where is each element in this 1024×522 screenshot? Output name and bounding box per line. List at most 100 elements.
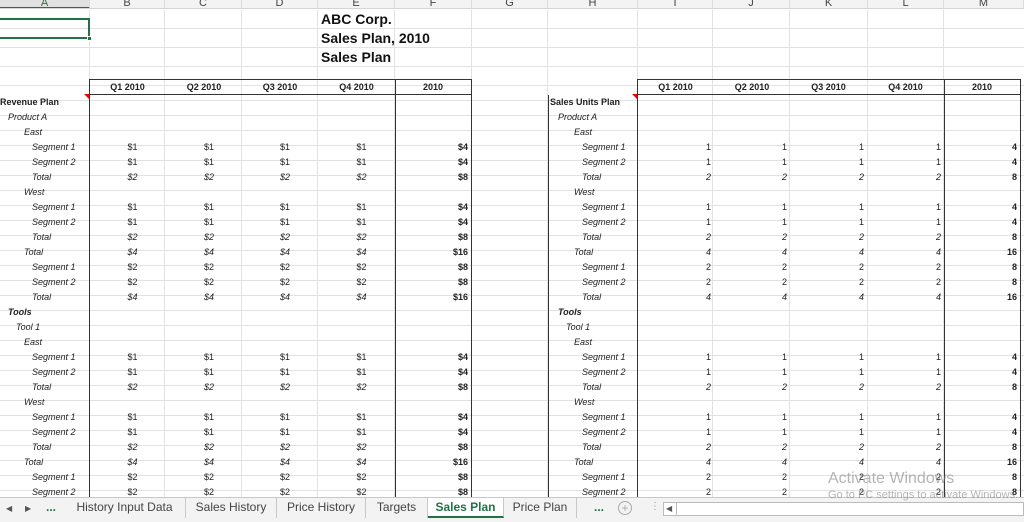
cell-value[interactable]: $1 [242, 215, 290, 230]
cell-value[interactable]: $2 [89, 230, 137, 245]
cell-value[interactable]: $1 [89, 365, 137, 380]
fill-handle[interactable] [87, 36, 92, 41]
cell-value[interactable]: $2 [89, 440, 137, 455]
cell-value[interactable]: 4 [790, 455, 864, 470]
cell-value[interactable]: 1 [867, 410, 941, 425]
cell-value[interactable]: 2 [867, 275, 941, 290]
cell-value[interactable]: $2 [242, 440, 290, 455]
cell-value[interactable]: $4 [89, 455, 137, 470]
cell-value[interactable]: 1 [867, 200, 941, 215]
cell-value[interactable]: $2 [318, 485, 366, 497]
cell-value[interactable]: $1 [166, 215, 214, 230]
more-sheets-left-button[interactable]: ... [46, 500, 56, 514]
cell-value[interactable]: 1 [867, 365, 941, 380]
cell-value[interactable]: $1 [318, 140, 366, 155]
cell-value[interactable]: $16 [395, 245, 468, 260]
cell-value[interactable]: 1 [790, 200, 864, 215]
cell-value[interactable]: 1 [790, 410, 864, 425]
cell-value[interactable]: $8 [395, 440, 468, 455]
cell-value[interactable]: 2 [790, 230, 864, 245]
cell-value[interactable]: 1 [867, 140, 941, 155]
cell-value[interactable]: 1 [714, 365, 787, 380]
cell-value[interactable]: 2 [637, 260, 711, 275]
cell-value[interactable]: 1 [714, 200, 787, 215]
cell-value[interactable]: $1 [166, 350, 214, 365]
cell-value[interactable]: $2 [89, 470, 137, 485]
column-header-g[interactable]: G [472, 0, 548, 8]
column-header-i[interactable]: I [638, 0, 713, 8]
cell-value[interactable]: 4 [714, 455, 787, 470]
cell-value[interactable]: $1 [89, 425, 137, 440]
cell-value[interactable]: $2 [318, 230, 366, 245]
cell-value[interactable]: $1 [166, 155, 214, 170]
sheet-tab-sales-plan[interactable]: Sales Plan [428, 498, 504, 518]
cell-value[interactable]: $1 [89, 215, 137, 230]
column-header-j[interactable]: J [713, 0, 790, 8]
cell-value[interactable]: $4 [395, 410, 468, 425]
cell-value[interactable]: 4 [790, 290, 864, 305]
cell-value[interactable]: 4 [944, 425, 1017, 440]
cell-value[interactable]: $1 [318, 155, 366, 170]
cell-value[interactable]: $4 [395, 425, 468, 440]
cell-value[interactable]: $4 [242, 245, 290, 260]
prev-sheet-icon[interactable]: ◀ [6, 504, 12, 513]
cell-value[interactable]: 2 [790, 260, 864, 275]
cell-value[interactable]: 4 [944, 155, 1017, 170]
cell-value[interactable]: $1 [318, 200, 366, 215]
cell-value[interactable]: $2 [89, 275, 137, 290]
cell-value[interactable]: $2 [89, 170, 137, 185]
cell-value[interactable]: 2 [867, 260, 941, 275]
cell-value[interactable]: 2 [867, 470, 941, 485]
cell-value[interactable]: 8 [944, 170, 1017, 185]
cell-value[interactable]: 2 [790, 170, 864, 185]
cell-value[interactable]: 4 [714, 290, 787, 305]
cell-value[interactable]: 8 [944, 380, 1017, 395]
cell-value[interactable]: $8 [395, 470, 468, 485]
cell-value[interactable]: 1 [714, 410, 787, 425]
cell-value[interactable]: $1 [318, 365, 366, 380]
cell-value[interactable]: $8 [395, 230, 468, 245]
cell-value[interactable]: $2 [242, 485, 290, 497]
cell-value[interactable]: $1 [242, 365, 290, 380]
cell-value[interactable]: $8 [395, 260, 468, 275]
cell-value[interactable]: $1 [242, 155, 290, 170]
cell-value[interactable]: $16 [395, 290, 468, 305]
cell-value[interactable]: 4 [637, 290, 711, 305]
cell-value[interactable]: $2 [166, 275, 214, 290]
cell-value[interactable]: 4 [714, 245, 787, 260]
column-header-m[interactable]: M [944, 0, 1024, 8]
cell-value[interactable]: $2 [166, 485, 214, 497]
cell-value[interactable]: $1 [242, 350, 290, 365]
cell-value[interactable]: 1 [637, 365, 711, 380]
cell-value[interactable]: 2 [637, 470, 711, 485]
cell-value[interactable]: $2 [166, 470, 214, 485]
cell-value[interactable]: $2 [242, 230, 290, 245]
cell-value[interactable]: $2 [318, 170, 366, 185]
cell-value[interactable]: $1 [318, 425, 366, 440]
cell-value[interactable]: 8 [944, 440, 1017, 455]
cell-value[interactable]: 2 [790, 275, 864, 290]
cell-value[interactable]: $2 [166, 230, 214, 245]
cell-value[interactable]: 1 [790, 155, 864, 170]
column-header-k[interactable]: K [790, 0, 868, 8]
sheet-tab-price-history[interactable]: Price History [277, 498, 366, 518]
column-header-c[interactable]: C [165, 0, 242, 8]
cell-value[interactable]: 2 [637, 440, 711, 455]
cell-value[interactable]: $1 [318, 410, 366, 425]
cell-value[interactable]: 2 [790, 440, 864, 455]
cell-value[interactable]: 1 [714, 140, 787, 155]
column-header-h[interactable]: H [548, 0, 638, 8]
cell-value[interactable]: 1 [867, 425, 941, 440]
cell-value[interactable]: 1 [637, 155, 711, 170]
cell-value[interactable]: 2 [867, 230, 941, 245]
cell-value[interactable]: $1 [89, 350, 137, 365]
cell-value[interactable]: $8 [395, 485, 468, 497]
cell-value[interactable]: 2 [714, 380, 787, 395]
cell-value[interactable]: 1 [867, 155, 941, 170]
cell-value[interactable]: 1 [790, 140, 864, 155]
cell-value[interactable]: 1 [637, 200, 711, 215]
cell-value[interactable]: 4 [944, 215, 1017, 230]
cell-value[interactable]: $2 [89, 260, 137, 275]
cell-value[interactable]: $1 [89, 140, 137, 155]
tab-splitter-handle[interactable]: ⋮ [650, 501, 660, 512]
